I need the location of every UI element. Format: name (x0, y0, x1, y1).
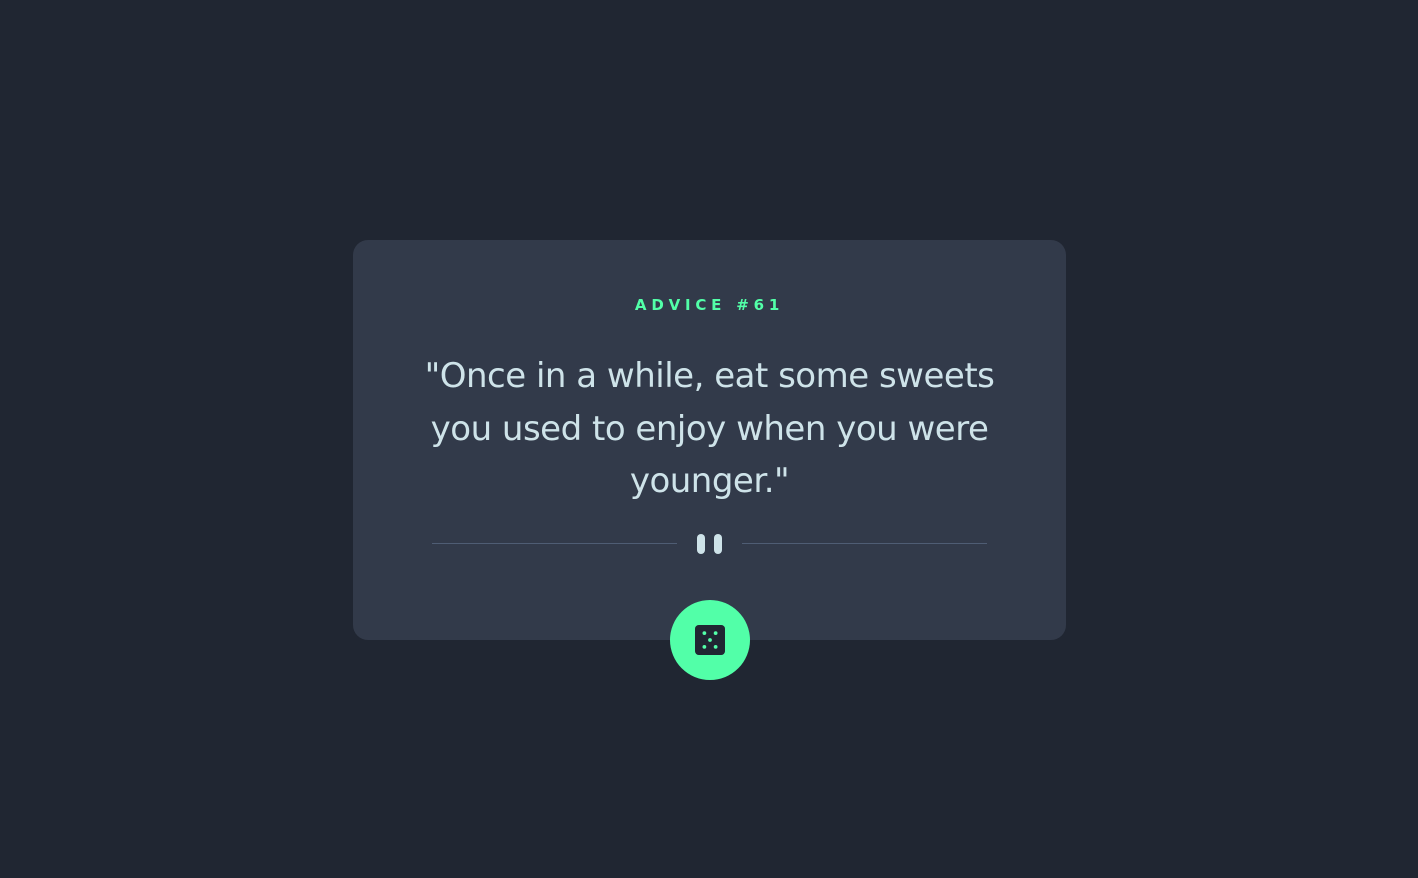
advice-quote: "Once in a while, eat some sweets you us… (424, 356, 995, 501)
divider-line-right (742, 543, 987, 544)
new-advice-button[interactable] (670, 600, 750, 680)
advice-id-label: ADVICE #61 (634, 296, 785, 314)
advice-card: ADVICE #61 "Once in a while, eat some sw… (353, 240, 1066, 640)
pause-icon (697, 534, 723, 554)
divider-line-left (432, 543, 677, 544)
pattern-divider (432, 530, 987, 558)
dice-icon (695, 625, 725, 655)
